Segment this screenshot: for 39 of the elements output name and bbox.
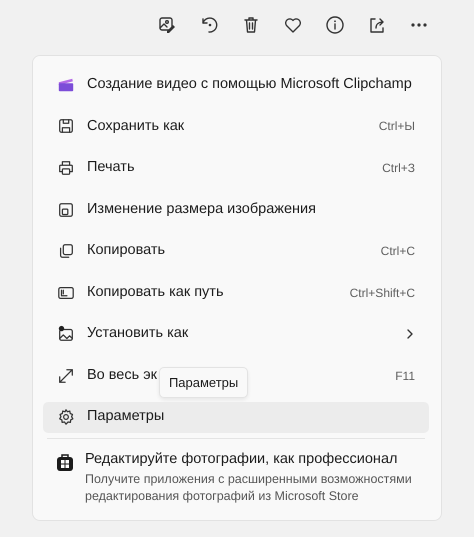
edit-image-icon (157, 15, 177, 35)
menu-item[interactable]: Сохранить как Ctrl+Ы (43, 106, 429, 148)
printer-icon (57, 158, 75, 177)
clipchamp-icon (57, 76, 75, 94)
menu-item[interactable]: Изменение размера изображения (43, 188, 429, 230)
menu-item[interactable]: Копировать Ctrl+C (43, 230, 429, 272)
copy-icon (57, 242, 75, 260)
promo-title[interactable]: Редактируйте фотографии, как профессионал (85, 448, 421, 470)
shortcut-label: Ctrl+З (382, 160, 415, 177)
menu-item[interactable]: Печать Ctrl+З (43, 147, 429, 189)
promo-text: Получите приложения с расширенными возможностями редактирования фотографий из Microsoft Store (85, 470, 413, 505)
tooltip: Параметры (158, 366, 248, 398)
menu-item[interactable]: Во весь эк Параметры F11 (43, 355, 429, 397)
menu-item[interactable]: Установить как (43, 314, 429, 356)
store-icon (55, 452, 75, 473)
resize-image-icon (57, 200, 75, 219)
menu-item-label: Установить как (87, 324, 188, 344)
heart-icon (283, 15, 303, 35)
menu-item-label: Печать (87, 158, 135, 178)
menu-item[interactable]: Параметры (43, 402, 429, 433)
menu-item-label: Копировать (87, 241, 166, 260)
shortcut-label: F11 (395, 368, 415, 385)
fullscreen-icon (57, 366, 75, 385)
menu-item[interactable]: Копировать как путь Ctrl+Shift+C (43, 272, 429, 314)
more-icon (409, 23, 429, 27)
set-as-icon (57, 325, 75, 344)
menu-item-label: Во весь эк (87, 366, 157, 386)
save-icon (57, 117, 75, 136)
menu-item-label: Сохранить как (87, 116, 184, 136)
shortcut-label: Ctrl+Shift+C (350, 284, 415, 302)
info-icon (325, 15, 345, 35)
shortcut-label: Ctrl+C (380, 243, 415, 260)
menu-item-label: Изменение размера изображения (87, 200, 316, 219)
menu-item-label: Параметры (87, 407, 164, 426)
menu-item[interactable]: Создание видео с помощью Microsoft Clipchamp (43, 64, 429, 106)
shortcut-label: Ctrl+Ы (378, 118, 415, 136)
menu-item-label: Создание видео с помощью Microsoft Clipchamp (87, 74, 412, 94)
settings-icon (57, 408, 75, 426)
menu-item-label: Копировать как путь (87, 282, 224, 302)
